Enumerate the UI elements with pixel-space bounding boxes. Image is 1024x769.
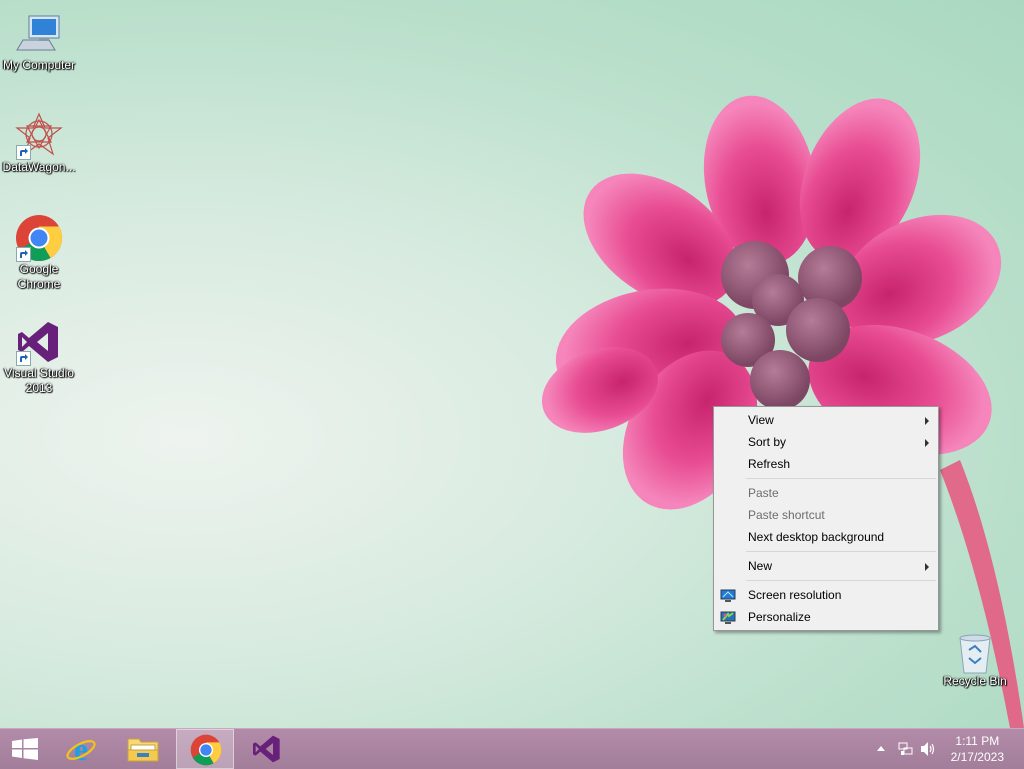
menu-item-label: Refresh [748, 457, 791, 471]
clock-date: 2/17/2023 [950, 750, 1004, 764]
desktop-icon-label: Chrome [17, 277, 61, 291]
menu-item-refresh[interactable]: Refresh [714, 453, 938, 475]
taskbar-visual-studio[interactable] [238, 729, 296, 769]
menu-item-label: Screen resolution [748, 588, 842, 602]
desktop-icon-google-chrome[interactable]: Google Chrome [0, 214, 78, 292]
desktop-icon-label: Recycle Bin [943, 674, 1007, 688]
submenu-arrow-icon [925, 563, 929, 571]
taskbar-internet-explorer[interactable]: e [52, 729, 110, 769]
visual-studio-icon [15, 318, 63, 366]
personalize-icon [720, 610, 736, 624]
menu-item-personalize[interactable]: Personalize [714, 606, 938, 628]
desktop-icon-visual-studio[interactable]: Visual Studio 2013 [0, 318, 78, 396]
file-explorer-icon [127, 735, 159, 766]
menu-item-label: Personalize [748, 610, 811, 624]
desktop-icon-label: Visual Studio [4, 366, 74, 380]
show-hidden-icons-icon[interactable] [877, 746, 885, 751]
taskbar-clock[interactable]: 1:11 PM 2/17/2023 [951, 733, 1004, 765]
start-icon [12, 738, 38, 763]
shortcut-arrow-icon [16, 145, 31, 160]
desktop-icon-label: 2013 [25, 381, 53, 395]
desktop-icon-recycle-bin[interactable]: Recycle Bin [936, 632, 1014, 689]
menu-item-label: Next desktop background [748, 530, 885, 544]
taskbar: e 1:11 PM 2/17/2023 [0, 728, 1024, 769]
network-icon[interactable] [898, 741, 914, 760]
recycle-bin-icon [955, 632, 995, 674]
menu-separator [746, 580, 936, 581]
menu-item-screen-resolution[interactable]: Screen resolution [714, 584, 938, 606]
desktop-icon-my-computer[interactable]: My Computer [0, 10, 78, 73]
desktop-icon-label: Google [19, 262, 59, 276]
clock-time: 1:11 PM [955, 734, 1000, 748]
visual-studio-icon [251, 733, 283, 768]
svg-text:e: e [74, 733, 88, 765]
start-button[interactable] [0, 729, 48, 769]
menu-item-label: New [748, 559, 773, 573]
menu-separator [746, 478, 936, 479]
menu-item-label: Paste shortcut [748, 508, 825, 522]
desktop-icon-datawagon[interactable]: DataWagon... [0, 112, 78, 175]
submenu-arrow-icon [925, 417, 929, 425]
menu-item-paste: Paste [714, 482, 938, 504]
desktop-context-menu: View Sort by Refresh Paste Paste shortcu… [713, 406, 939, 631]
chrome-icon [190, 734, 222, 769]
monitor-icon [720, 588, 736, 602]
computer-icon [15, 10, 63, 58]
internet-explorer-icon: e [65, 731, 97, 768]
shortcut-arrow-icon [16, 351, 31, 366]
volume-icon[interactable] [920, 741, 938, 760]
chrome-icon [15, 214, 63, 262]
menu-item-next-desktop-background[interactable]: Next desktop background [714, 526, 938, 548]
menu-separator [746, 551, 936, 552]
taskbar-file-explorer[interactable] [114, 729, 172, 769]
desktop-icon-label: My Computer [2, 58, 76, 72]
menu-item-view[interactable]: View [714, 409, 938, 431]
menu-item-label: Paste [748, 486, 779, 500]
menu-item-new[interactable]: New [714, 555, 938, 577]
submenu-arrow-icon [925, 439, 929, 447]
menu-item-label: Sort by [748, 435, 787, 449]
shortcut-arrow-icon [16, 247, 31, 262]
desktop-icon-label: DataWagon... [2, 160, 76, 174]
datawagon-icon [15, 112, 63, 160]
system-tray [872, 729, 942, 769]
taskbar-google-chrome[interactable] [176, 729, 234, 769]
menu-item-sort-by[interactable]: Sort by [714, 431, 938, 453]
menu-item-label: View [748, 413, 774, 427]
desktop[interactable]: My Computer DataWagon... Google Chrome V… [0, 0, 1024, 728]
menu-item-paste-shortcut: Paste shortcut [714, 504, 938, 526]
